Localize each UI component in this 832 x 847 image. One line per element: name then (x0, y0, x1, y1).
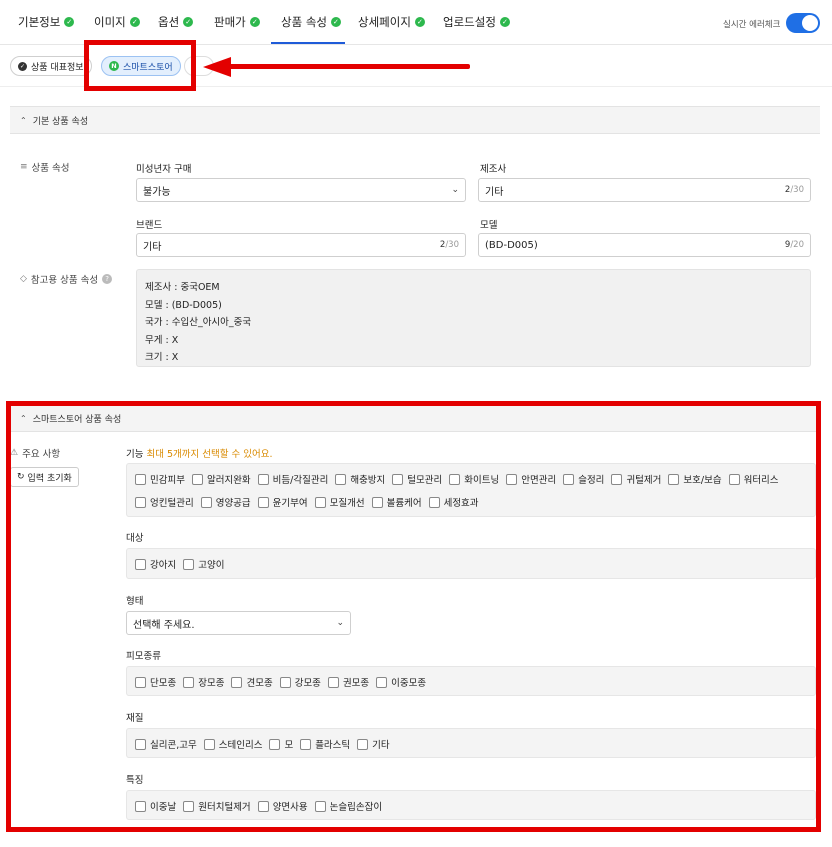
select-value: 불가능 (143, 186, 171, 198)
tab-label: 옵션 (158, 15, 180, 29)
top-tab-bar: 기본정보 ✓ 이미지 ✓ 옵션 ✓ 판매가 ✓ 상품 속성 ✓ 상세페이지 ✓ 업로드설정 ✓… (0, 0, 832, 45)
chip-label: 상품 대표정보 (31, 62, 84, 73)
char-count: 2/30 (439, 240, 459, 250)
tab-basic-info[interactable]: 기본정보 ✓ (18, 14, 75, 30)
tab-product-attributes[interactable]: 상품 속성 ✓ (281, 14, 341, 30)
model-input[interactable]: (BD-D005) 9/20 (478, 233, 811, 257)
basic-attributes-header[interactable]: ⌃ 기본 상품 속성 (10, 106, 820, 134)
filter-icon: ≡ (20, 162, 28, 172)
reference-line: 크기 : X (145, 352, 179, 363)
check-icon: ✓ (183, 17, 194, 27)
input-value: (BD-D005) (485, 239, 538, 251)
reference-line: 제조사 : 중국OEM (145, 282, 220, 293)
annotation-highlight-chip (84, 40, 196, 91)
tab-label: 업로드설정 (443, 15, 496, 29)
toggle-knob (802, 15, 818, 31)
char-count: 2/30 (784, 185, 804, 195)
brand-label: 브랜드 (136, 220, 163, 231)
active-tab-indicator (271, 42, 345, 44)
reference-line: 무게 : X (145, 334, 179, 346)
tab-label: 상세페이지 (358, 15, 411, 29)
minor-purchase-select[interactable]: 불가능 ⌄ (136, 178, 466, 202)
annotation-arrow-head (203, 57, 231, 77)
char-count: 9/20 (784, 240, 804, 250)
model-label: 모델 (480, 220, 498, 231)
tab-price[interactable]: 판매가 ✓ (214, 14, 260, 30)
tab-label: 상품 속성 (281, 15, 327, 29)
tab-detail-page[interactable]: 상세페이지 ✓ (358, 14, 425, 30)
check-icon: ✓ (18, 61, 27, 71)
manufacturer-input[interactable]: 기타 2/30 (478, 178, 811, 202)
tab-label: 판매가 (214, 15, 246, 29)
side-label-text: 상품 속성 (31, 163, 70, 174)
manufacturer-label: 제조사 (480, 164, 507, 175)
help-icon[interactable]: ? (102, 274, 113, 284)
tab-images[interactable]: 이미지 ✓ (94, 14, 140, 30)
side-label-text: 참고용 상품 속성 (30, 275, 99, 286)
tab-label: 이미지 (94, 15, 126, 29)
input-value: 기타 (143, 241, 162, 253)
annotation-arrow-line (228, 64, 470, 69)
reference-attributes-box: 제조사 : 중국OEM 모델 : (BD-D005) 국가 : 수입산_아시아_… (136, 269, 811, 367)
realtime-check-toggle[interactable] (786, 13, 820, 33)
reference-line: 모델 : (BD-D005) (145, 299, 222, 311)
chip-product-representative[interactable]: ✓ 상품 대표정보 (10, 56, 92, 76)
tab-label: 기본정보 (18, 15, 61, 29)
annotation-highlight-smartstore-section (6, 401, 821, 832)
check-icon: ✓ (414, 17, 425, 27)
check-icon: ✓ (129, 17, 140, 27)
product-attributes-side-label: ≡ 상품 속성 (20, 160, 70, 174)
reference-line: 국가 : 수입산_아시아_중국 (145, 317, 252, 328)
tab-upload-settings[interactable]: 업로드설정 ✓ (443, 14, 510, 30)
reference-attributes-label: ◇ 참고용 상품 속성? (20, 272, 113, 286)
input-value: 기타 (485, 186, 504, 198)
tag-icon: ◇ (20, 274, 27, 284)
check-icon: ✓ (330, 17, 341, 27)
brand-input[interactable]: 기타 2/30 (136, 233, 466, 257)
chevron-up-icon: ⌃ (20, 115, 27, 125)
section-title: 기본 상품 속성 (32, 116, 89, 127)
check-icon: ✓ (249, 17, 260, 27)
check-icon: ✓ (64, 17, 75, 27)
chevron-down-icon: ⌄ (451, 185, 459, 195)
minor-purchase-label: 미성년자 구매 (136, 164, 192, 175)
tab-options[interactable]: 옵션 ✓ (158, 14, 194, 30)
check-icon: ✓ (499, 17, 510, 27)
realtime-check-label: 실시간 에러체크 (723, 20, 781, 30)
